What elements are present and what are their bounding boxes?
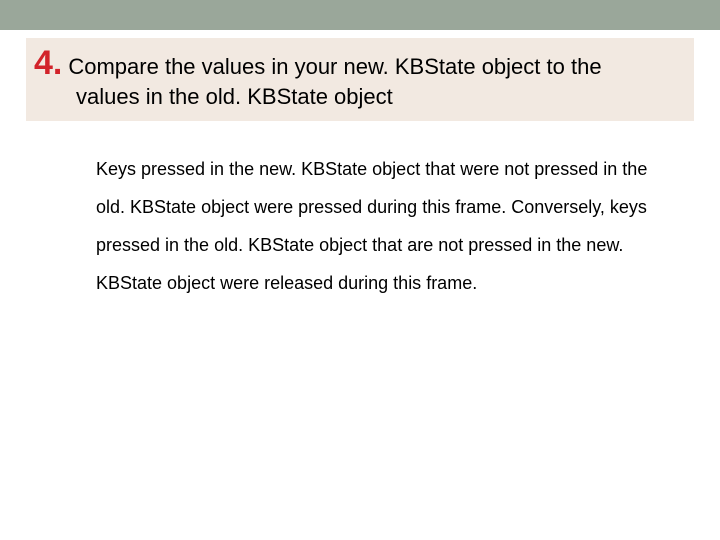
step-heading-text-1: Compare the values in your new. KBState … — [68, 52, 601, 82]
step-heading-text-2: values in the old. KBState object — [76, 82, 684, 112]
step-heading-line1: 4. Compare the values in your new. KBSta… — [34, 46, 684, 82]
top-bar — [0, 0, 720, 30]
body-paragraph: Keys pressed in the new. KBState object … — [96, 151, 660, 302]
step-number: 4. — [34, 46, 62, 80]
step-heading-box: 4. Compare the values in your new. KBSta… — [26, 38, 694, 121]
